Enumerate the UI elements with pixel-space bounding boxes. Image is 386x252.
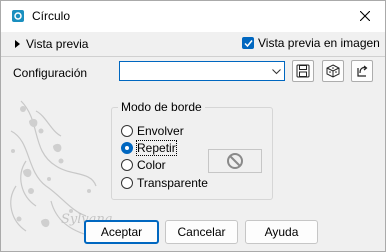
radio-envolver[interactable]: Envolver <box>121 124 184 138</box>
help-button[interactable]: Ayuda <box>245 220 318 244</box>
live-preview-label: Vista previa en imagen <box>258 36 380 50</box>
radio-color[interactable]: Color <box>121 158 166 172</box>
help-button-label: Ayuda <box>264 225 299 239</box>
border-mode-legend: Modo de borde <box>118 100 205 114</box>
radio-unchecked-icon <box>121 177 133 189</box>
load-preset-icon <box>326 64 340 78</box>
reset-button[interactable] <box>351 60 373 82</box>
radio-label: Color <box>137 158 166 172</box>
ok-button[interactable]: Aceptar <box>84 220 159 244</box>
preview-label: Vista previa <box>26 37 89 51</box>
close-button[interactable] <box>353 5 377 27</box>
expand-arrow-icon <box>15 40 20 48</box>
title-bar[interactable]: Círculo <box>1 1 385 32</box>
save-preset-icon <box>296 64 310 78</box>
close-icon <box>360 11 370 21</box>
app-icon <box>12 10 24 22</box>
preset-label: Configuración <box>13 66 88 80</box>
divider <box>1 56 385 57</box>
reset-icon <box>357 65 368 77</box>
save-preset-button[interactable] <box>292 60 314 82</box>
cancel-button-label: Cancelar <box>177 225 226 239</box>
load-preset-button[interactable] <box>322 60 344 82</box>
radio-label: Repetir <box>136 140 177 156</box>
radio-unchecked-icon <box>121 159 133 171</box>
preset-row: Configuración <box>1 58 385 86</box>
dialog-window: Círculo Vista previa Vista previa en ima… <box>0 0 386 252</box>
radio-repetir[interactable]: Repetir <box>121 140 177 156</box>
no-color-icon <box>227 153 243 169</box>
radio-unchecked-icon <box>121 125 133 137</box>
radio-checked-icon <box>121 142 133 154</box>
ok-button-label: Aceptar <box>100 225 143 239</box>
window-title: Círculo <box>32 9 71 23</box>
preview-expander[interactable]: Vista previa <box>15 37 88 51</box>
radio-transparente[interactable]: Transparente <box>121 176 208 190</box>
color-swatch[interactable] <box>208 149 262 173</box>
preset-dropdown[interactable] <box>119 61 285 81</box>
cancel-button[interactable]: Cancelar <box>165 220 238 244</box>
live-preview-checkbox[interactable]: Vista previa en imagen <box>242 36 380 50</box>
radio-label: Envolver <box>137 124 184 138</box>
chevron-down-icon <box>272 69 281 75</box>
radio-label: Transparente <box>137 176 208 190</box>
preview-row: Vista previa Vista previa en imagen <box>1 32 385 56</box>
checkbox-checked-icon <box>242 37 254 49</box>
